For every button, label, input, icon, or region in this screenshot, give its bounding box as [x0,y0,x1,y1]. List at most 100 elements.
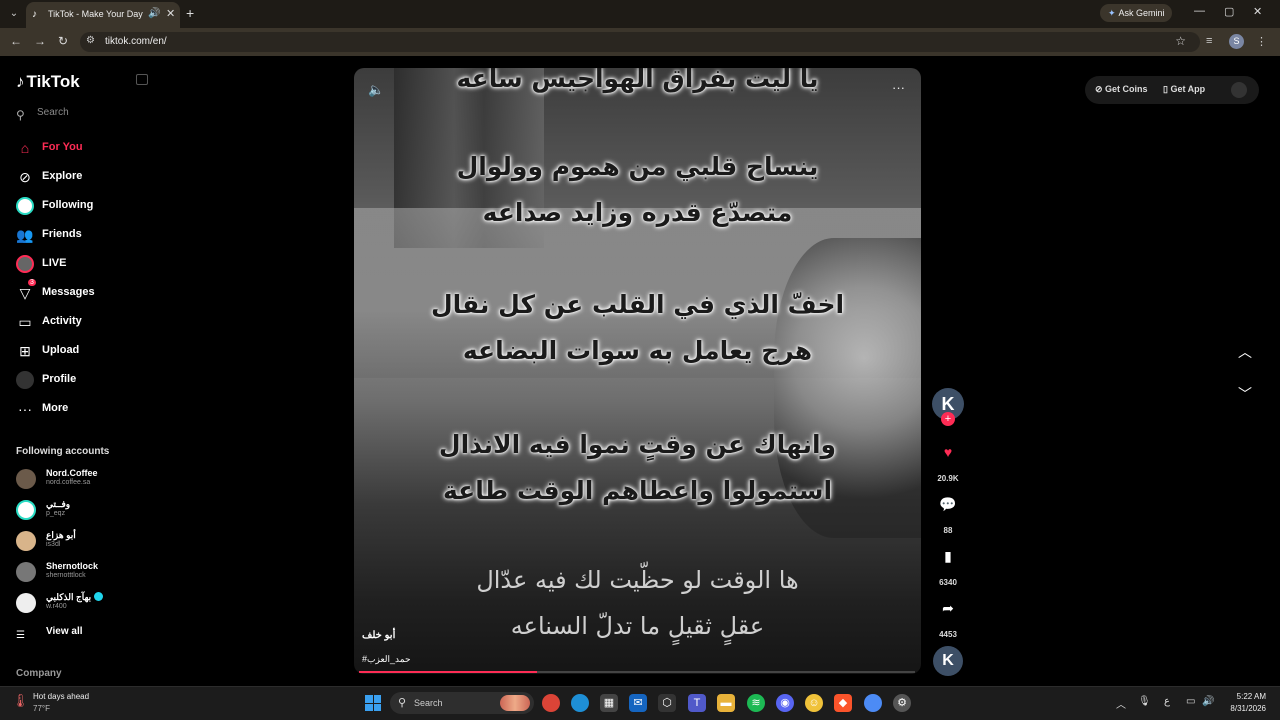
reload-button[interactable]: ↻ [58,34,68,48]
nav-label: Messages [42,286,95,298]
minimize-button[interactable]: — [1194,5,1205,17]
edge-icon[interactable] [571,694,589,712]
brave-icon[interactable]: ◆ [834,694,852,712]
emoji-app-icon[interactable]: ☺ [805,694,823,712]
comment-icon[interactable]: 💬 [930,496,966,513]
close-window-button[interactable]: ✕ [1253,5,1262,18]
live-icon [16,255,34,273]
account-name: Shernotlock [46,561,99,571]
nav-upload[interactable]: ⊞ Upload [16,341,156,361]
music-disc-avatar[interactable]: K [933,646,963,676]
copilot-icon[interactable]: ⬡ [658,694,676,712]
gemini-icon: ✦ [1108,8,1116,18]
taskbar-search[interactable]: ⚲ Search [390,692,534,714]
sidebar-search[interactable]: ⚲ Search [16,106,69,124]
weather-title: Hot days ahead [33,692,90,701]
video-hashtag[interactable]: #حمد_العزب [362,654,411,665]
poem-line: ها الوقت لو حظّيت لك فيه عدّال [476,566,799,594]
media-controls-icon[interactable]: ≡ [1206,35,1212,47]
like-heart-icon[interactable]: ♥ [930,444,966,460]
account-name: Nord.Coffee [46,468,98,478]
url-text: tiktok.com/en/ [105,36,167,47]
messages-badge: 3 [28,279,36,286]
file-explorer-icon[interactable]: ▬ [717,694,735,712]
follow-plus-button[interactable]: + [941,412,955,426]
teams-icon[interactable]: T [688,694,706,712]
view-all-button[interactable]: ☰ View all [16,625,83,641]
nav-more[interactable]: ··· More [16,399,156,419]
account-item[interactable]: Nord.Coffee nord.coffee.sa [16,466,156,492]
poem-line: هرج يعامل به سوات البضاعه [462,336,813,365]
video-author[interactable]: أبو خلف [362,630,395,641]
get-app-button[interactable]: ▯ Get App [1163,84,1205,95]
windows-start-icon[interactable] [365,695,381,711]
collapse-sidebar-icon[interactable] [136,74,148,85]
forward-button[interactable]: → [34,34,46,48]
profile-avatar[interactable]: S [1229,34,1244,49]
nav-label: Upload [42,344,80,356]
tab-audio-icon[interactable]: 🔊 [148,8,160,19]
mail-icon[interactable]: ✉ [629,694,647,712]
poem-line: متصدّع قدره وزايد صداعه [482,198,793,227]
avatar [16,500,36,520]
store-icon[interactable]: ▦ [600,694,618,712]
nav-label: Following [42,199,94,211]
account-handle: shernotttlock [46,572,86,579]
account-item[interactable]: أبو هزاع is3dl [16,528,156,554]
nav-activity[interactable]: ▭ Activity [16,312,156,332]
video-player[interactable]: 🔈 ··· يا ليت بفراق الهواجيس ساعه ينساح ق… [354,68,921,674]
avatar [16,531,36,551]
speaker-icon[interactable]: 🔊 [1202,696,1214,707]
bookmark-icon[interactable]: ▮ [930,548,966,565]
nav-live[interactable]: LIVE [16,254,156,274]
poem-line: استمولوا واعطاهم الوقت طاعة [442,476,833,505]
browser-tab[interactable]: ♪ TikTok - Make Your Day 🔊 ✕ [26,2,180,28]
following-accounts-title: Following accounts [16,446,110,457]
video-progress-bar[interactable] [359,671,915,673]
share-icon[interactable]: ➦ [930,600,966,617]
nav-for-you[interactable]: ⌂ For You [16,138,156,158]
tab-close-icon[interactable]: ✕ [166,7,175,20]
account-name-text: بهآج الذكلبي [46,592,92,602]
account-item[interactable]: وفــتي p_eqz [16,497,156,523]
new-tab-button[interactable]: + [186,5,194,21]
address-bar[interactable]: ⚙ tiktok.com/en/ ☆ [80,32,1200,52]
tab-title: TikTok - Make Your Day [48,9,143,19]
account-handle: nord.coffee.sa [46,479,91,486]
account-item[interactable]: Shernotlock shernotttlock [16,559,156,585]
search-icon: ⚲ [16,108,25,122]
input-language[interactable]: ع [1164,696,1170,707]
nav-following[interactable]: Following [16,196,156,216]
nav-explore[interactable]: ⊘ Explore [16,167,156,187]
avatar [16,593,36,613]
chrome-menu-icon[interactable]: ⋮ [1256,35,1267,48]
microphone-icon[interactable]: 🎙 [1138,696,1151,707]
ask-gemini-button[interactable]: ✦ Ask Gemini [1100,4,1172,22]
next-video-chevron-down-icon[interactable]: ﹀ [1238,384,1252,404]
list-icon: ☰ [16,630,25,641]
settings-app-icon[interactable]: ⚙ [893,694,911,712]
site-info-icon[interactable]: ⚙ [86,35,95,46]
company-link[interactable]: Company [16,668,62,679]
previous-video-chevron-up-icon[interactable]: ︿ [1238,342,1252,362]
user-avatar[interactable] [1231,82,1247,98]
tiktok-logo[interactable]: ♪ TikTok [16,72,80,92]
network-icon[interactable]: ▭ [1186,696,1195,707]
tray-chevron-up-icon[interactable]: ︿ [1116,696,1126,711]
account-item[interactable]: بهآج الذكلبي w.r400 [16,590,156,616]
weather-widget[interactable]: 🌡 Hot days ahead 77°F [12,692,89,713]
discord-icon[interactable]: ◉ [776,694,794,712]
nav-messages[interactable]: ▽ 3 Messages [16,279,156,303]
chrome-active-icon[interactable] [864,694,882,712]
nav-profile[interactable]: Profile [16,370,156,390]
ask-gemini-label: Ask Gemini [1118,8,1165,18]
nav-friends[interactable]: 👥 Friends [16,225,156,245]
system-clock[interactable]: 5:22 AM 8/31/2026 [1222,691,1266,715]
bookmark-star-icon[interactable]: ☆ [1175,34,1186,48]
maximize-button[interactable]: ▢ [1224,5,1234,18]
get-coins-button[interactable]: ⊘ Get Coins [1095,84,1148,95]
spotify-icon[interactable]: ≋ [747,694,765,712]
chrome-app-icon[interactable] [542,694,560,712]
back-button[interactable]: ← [10,34,22,48]
tab-search-icon[interactable]: ⌄ [6,6,22,22]
